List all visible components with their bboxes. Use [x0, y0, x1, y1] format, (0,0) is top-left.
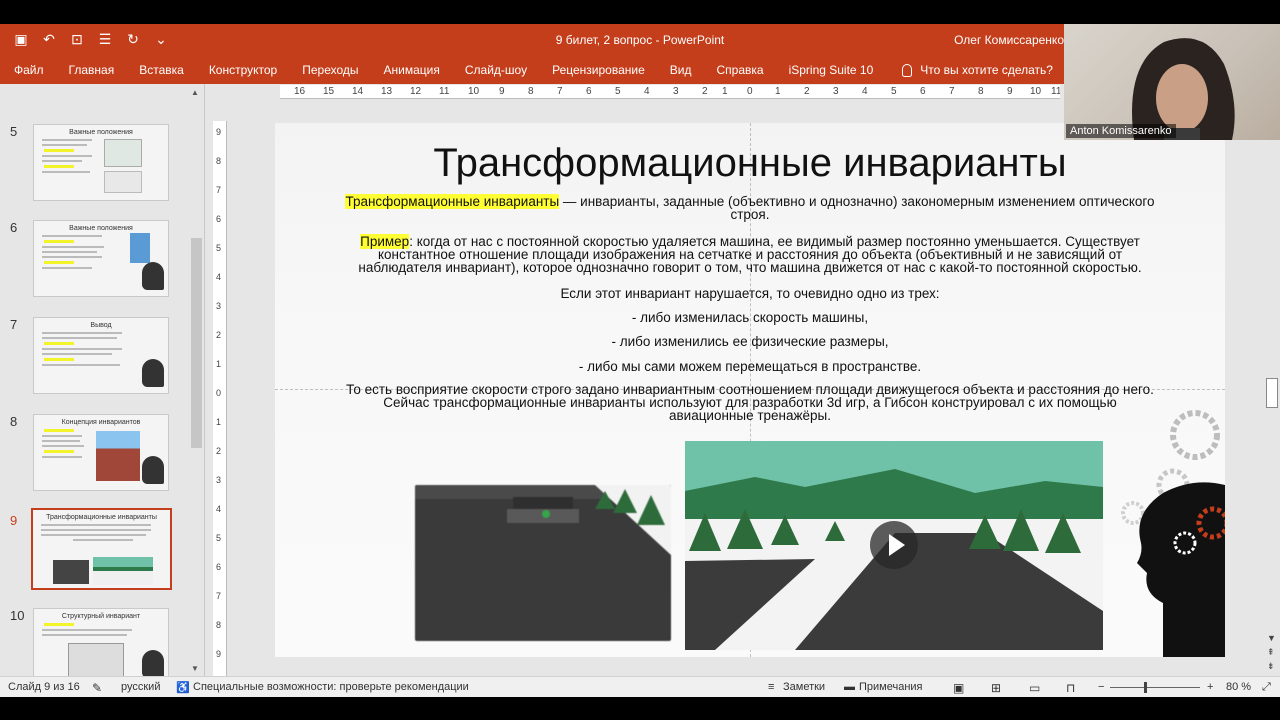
- road-scene-image: [415, 485, 671, 555]
- accessibility-status[interactable]: Специальные возможности: проверьте реком…: [193, 681, 469, 693]
- video-still-left[interactable]: [415, 485, 671, 641]
- highlight-term: Трансформационные инварианты: [345, 194, 560, 209]
- tell-me-box[interactable]: Что вы хотите сделать?: [902, 63, 1053, 77]
- editor-scrollbar[interactable]: ▲ ▼ ⇞ ⇟: [1264, 84, 1280, 676]
- bullet-size[interactable]: - либо изменились ее физические размеры,: [275, 335, 1225, 349]
- editor-scroll-thumb[interactable]: [1266, 378, 1278, 408]
- paragraph-example[interactable]: Пример: когда от нас с постоянной скорос…: [275, 234, 1225, 274]
- tab-view[interactable]: Вид: [670, 63, 692, 77]
- slide-thumbnail-9-selected[interactable]: Трансформационные инварианты: [31, 508, 172, 590]
- slide-thumbnail-6[interactable]: Важные положения: [33, 220, 169, 297]
- zoom-slider-track[interactable]: [1110, 687, 1200, 688]
- thumbnail-video-main: [93, 557, 153, 585]
- thumbnail-illustration: [104, 139, 142, 167]
- tab-help[interactable]: Справка: [716, 63, 763, 77]
- slide-thumbnails-pane: 5 Важные положения 6 Важные положения 7 …: [0, 84, 205, 685]
- slide-title[interactable]: Трансформационные инварианты: [275, 141, 1225, 186]
- horizontal-ruler: 16 15 14 13 12 11 10 9 8 7 6 5 4 3 2 1 0…: [280, 85, 1060, 99]
- comments-button[interactable]: Примечания: [859, 681, 923, 693]
- reading-view-icon[interactable]: ▭: [1029, 681, 1040, 695]
- thumbnail-head-image: [142, 456, 164, 484]
- zoom-slider-knob[interactable]: [1144, 682, 1147, 693]
- thumbnail-number: 5: [10, 124, 18, 139]
- paragraph-conclusion[interactable]: То есть восприятие скорости строго задан…: [275, 383, 1225, 423]
- notes-button[interactable]: Заметки: [783, 681, 825, 693]
- tab-transitions[interactable]: Переходы: [302, 63, 358, 77]
- vertical-ruler: 9 8 7 6 5 4 3 2 1 0 1 2 3 4 5 6 7 8 9: [213, 121, 227, 681]
- thumbnail-figure: [68, 643, 124, 679]
- bullet-speed[interactable]: - либо изменилась скорость машины,: [275, 311, 1225, 325]
- tab-insert[interactable]: Вставка: [139, 63, 184, 77]
- comments-icon[interactable]: ▬: [844, 681, 855, 693]
- fit-to-window-icon[interactable]: ⤢: [1262, 681, 1271, 694]
- thumbnail-title: Трансформационные инварианты: [46, 514, 157, 521]
- tab-review[interactable]: Рецензирование: [552, 63, 645, 77]
- webcam-overlay: Anton Komissarenko: [1064, 24, 1280, 140]
- slideshow-view-icon[interactable]: ⊓: [1066, 681, 1075, 695]
- thumbnail-diagram: [130, 233, 150, 263]
- tab-home[interactable]: Главная: [69, 63, 115, 77]
- thumbnail-number: 7: [10, 317, 18, 332]
- thumbnail-sketch: [104, 171, 142, 193]
- normal-view-icon[interactable]: ▣: [953, 681, 964, 695]
- zoom-out-icon[interactable]: −: [1098, 681, 1104, 693]
- slide-thumbnail-5[interactable]: Важные положения: [33, 124, 169, 201]
- slide-thumbnail-8[interactable]: Концепция инвариантов: [33, 414, 169, 491]
- tab-slideshow[interactable]: Слайд-шоу: [465, 63, 527, 77]
- thumbnail-number: 8: [10, 414, 18, 429]
- webcam-participant-name: Anton Komissarenko: [1066, 124, 1176, 138]
- zoom-in-icon[interactable]: +: [1207, 681, 1213, 693]
- thumbnail-title: Важные положения: [69, 129, 133, 136]
- previous-slide-icon[interactable]: ⇞: [1267, 647, 1275, 658]
- thumbnail-title: Важные положения: [69, 225, 133, 232]
- thumbnails-scroll-thumb[interactable]: [191, 238, 202, 448]
- thumbnail-number-active: 9: [10, 513, 18, 528]
- notes-icon[interactable]: ≡: [768, 681, 774, 693]
- thumbnail-head-image: [142, 262, 164, 290]
- language-indicator[interactable]: русский: [121, 681, 160, 693]
- scroll-up-arrow-icon[interactable]: ▲: [191, 88, 199, 97]
- play-button-icon[interactable]: [870, 521, 918, 569]
- webcam-person-image: [1132, 38, 1235, 140]
- thumbnail-building-photo: [96, 431, 140, 481]
- spellcheck-icon[interactable]: ✎: [92, 681, 102, 695]
- thumbnail-head-image: [142, 359, 164, 387]
- slide-thumbnail-7[interactable]: Вывод: [33, 317, 169, 394]
- account-name[interactable]: Олег Комиссаренко: [954, 33, 1064, 47]
- scroll-down-arrow-icon[interactable]: ▼: [1267, 633, 1276, 643]
- paragraph-definition[interactable]: Трансформационные инварианты — инвариант…: [275, 194, 1225, 221]
- next-slide-icon[interactable]: ⇟: [1267, 661, 1275, 672]
- thumbnail-video-left: [53, 560, 89, 584]
- tell-me-text: Что вы хотите сделать?: [920, 63, 1053, 77]
- lightbulb-icon: [902, 63, 913, 77]
- video-player[interactable]: [685, 441, 1103, 650]
- slide-canvas[interactable]: Трансформационные инварианты Трансформац…: [275, 123, 1225, 657]
- tab-design[interactable]: Конструктор: [209, 63, 277, 77]
- slide-sorter-icon[interactable]: ⊞: [991, 681, 1001, 695]
- slide-counter[interactable]: Слайд 9 из 16: [8, 681, 80, 693]
- zoom-level[interactable]: 80 %: [1226, 681, 1251, 693]
- status-bar: Слайд 9 из 16 ✎ русский ♿ Специальные во…: [0, 676, 1280, 697]
- thumbnail-number: 10: [10, 608, 25, 623]
- thumbnail-number: 6: [10, 220, 18, 235]
- slide-thumbnail-10[interactable]: Структурный инвариант: [33, 608, 169, 685]
- paragraph-condition[interactable]: Если этот инвариант нарушается, то очеви…: [275, 287, 1225, 301]
- thumbnail-head-image: [142, 650, 164, 678]
- powerpoint-window: ▣ ↶ ⊡ ☰ ↻ ⌄ 9 билет, 2 вопрос - PowerPoi…: [0, 24, 1280, 697]
- letterbox-bottom: [0, 697, 1280, 720]
- tab-ispring[interactable]: iSpring Suite 10: [789, 63, 874, 77]
- tab-file[interactable]: Файл: [14, 63, 44, 77]
- letterbox-top: [0, 0, 1280, 24]
- accessibility-icon[interactable]: ♿: [176, 681, 190, 694]
- tab-animations[interactable]: Анимация: [384, 63, 440, 77]
- gears-head-image: [1103, 393, 1225, 657]
- scroll-down-arrow-icon[interactable]: ▼: [191, 664, 199, 673]
- thumbnail-title: Концепция инвариантов: [61, 419, 141, 426]
- bullet-movement[interactable]: - либо мы сами можем перемещаться в прос…: [275, 360, 1225, 374]
- thumbnail-title: Структурный инвариант: [61, 613, 141, 620]
- thumbnails-scrollbar[interactable]: ▲ ▼: [189, 86, 204, 678]
- thumbnail-title: Вывод: [90, 322, 112, 329]
